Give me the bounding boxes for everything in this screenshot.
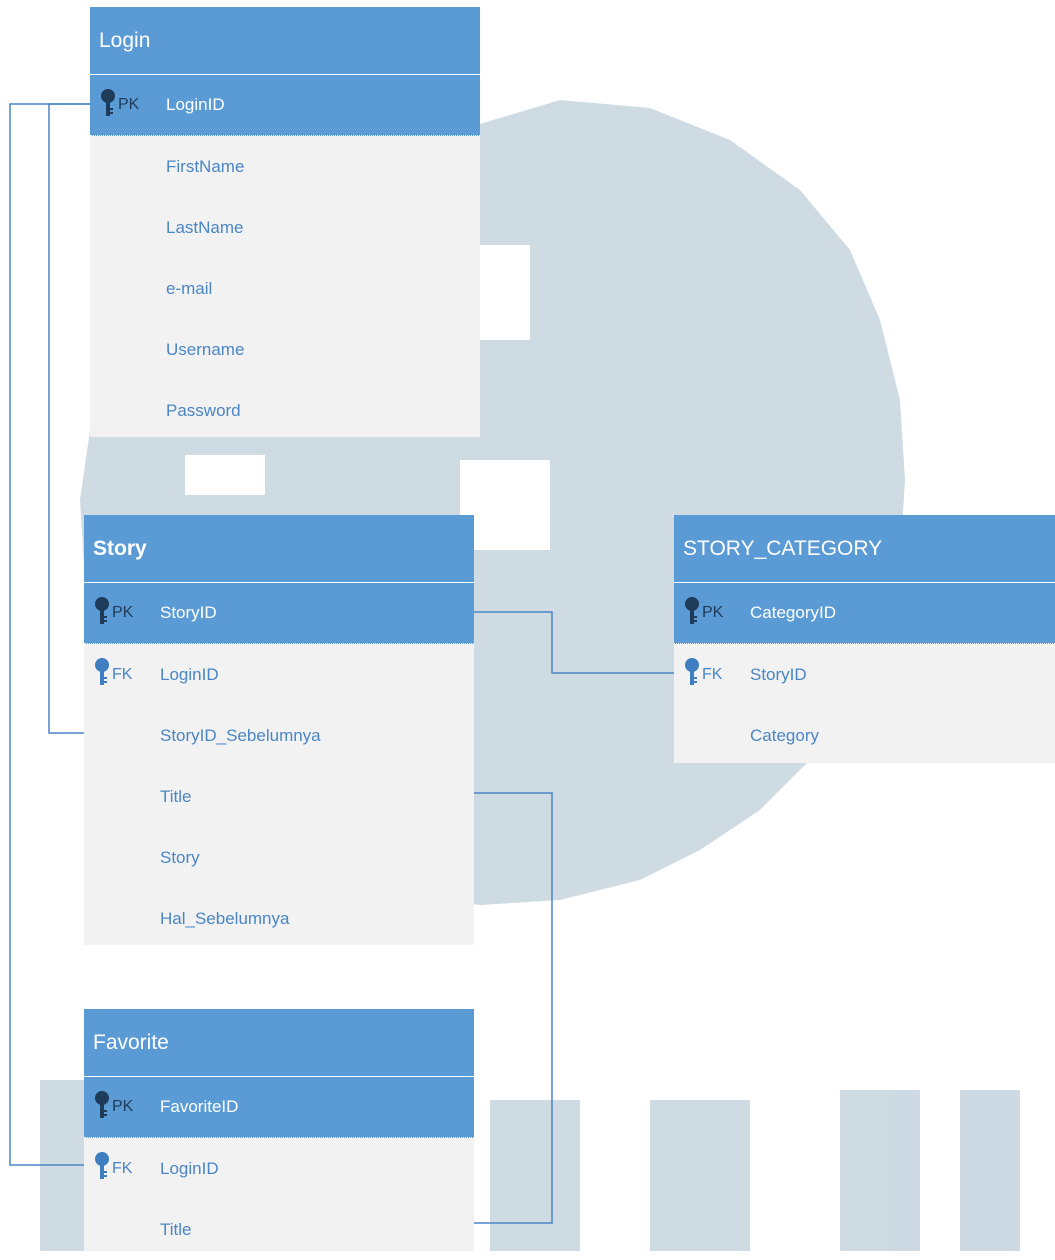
entity-story[interactable]: Story PK StoryID FK LoginID StoryID_Sebe… — [84, 515, 474, 945]
key-type: PK — [702, 604, 724, 621]
field-row[interactable]: Hal_Sebelumnya — [84, 888, 474, 949]
field-name: Story — [160, 847, 200, 867]
key-type: PK — [118, 96, 140, 113]
key-icon — [94, 657, 112, 692]
field-name: Password — [166, 400, 241, 420]
key-type: PK — [112, 604, 134, 621]
key-type: FK — [702, 665, 723, 683]
key-icon — [684, 596, 702, 631]
key-type: FK — [112, 1159, 133, 1177]
field-row[interactable]: FK LoginID — [84, 1138, 474, 1199]
key-type: FK — [112, 665, 133, 683]
field-row[interactable]: StoryID_Sebelumnya — [84, 705, 474, 766]
entity-story-category[interactable]: STORY_CATEGORY PK CategoryID FK StoryID … — [674, 515, 1055, 763]
key-type: PK — [112, 1098, 134, 1115]
field-name: e-mail — [166, 278, 213, 298]
field-row[interactable]: PK StoryID — [84, 583, 474, 644]
field-name: StoryID — [160, 603, 217, 622]
entity-title: Login — [90, 7, 480, 75]
field-name: Title — [160, 1219, 192, 1239]
field-name: Title — [160, 786, 192, 806]
field-row[interactable]: Story — [84, 827, 474, 888]
field-row[interactable]: PK CategoryID — [674, 583, 1055, 644]
field-name: LoginID — [166, 95, 225, 114]
entity-title: STORY_CATEGORY — [674, 515, 1055, 583]
field-name: FirstName — [166, 156, 245, 176]
key-icon — [94, 1151, 112, 1186]
field-row[interactable]: PK LoginID — [90, 75, 480, 136]
field-row[interactable]: FK LoginID — [84, 644, 474, 705]
key-icon — [94, 596, 112, 631]
field-name: StoryID — [750, 664, 807, 684]
field-name: StoryID_Sebelumnya — [160, 725, 321, 745]
field-row[interactable]: FK StoryID — [674, 644, 1055, 705]
field-name: LoginID — [160, 664, 219, 684]
key-icon — [100, 88, 118, 123]
field-row[interactable]: PK FavoriteID — [84, 1077, 474, 1138]
field-name: Username — [166, 339, 245, 359]
field-name: Category — [750, 725, 819, 745]
field-row[interactable]: e-mail — [90, 258, 480, 319]
field-row[interactable]: Category — [674, 705, 1055, 766]
entity-favorite[interactable]: Favorite PK FavoriteID FK LoginID Title — [84, 1009, 474, 1251]
entity-title: Favorite — [84, 1009, 474, 1077]
field-row[interactable]: LastName — [90, 197, 480, 258]
field-name: CategoryID — [750, 603, 836, 622]
field-row[interactable]: FirstName — [90, 136, 480, 197]
field-row[interactable]: Password — [90, 380, 480, 441]
key-icon — [684, 657, 702, 692]
field-name: LastName — [166, 217, 244, 237]
field-name: FavoriteID — [160, 1097, 239, 1116]
entity-login[interactable]: Login PK LoginID FirstName LastName e-ma… — [90, 7, 480, 437]
field-name: LoginID — [160, 1158, 219, 1178]
key-icon — [94, 1090, 112, 1125]
field-row[interactable]: Title — [84, 766, 474, 827]
field-row[interactable]: Username — [90, 319, 480, 380]
entity-title: Story — [84, 515, 474, 583]
field-name: Hal_Sebelumnya — [160, 908, 290, 928]
